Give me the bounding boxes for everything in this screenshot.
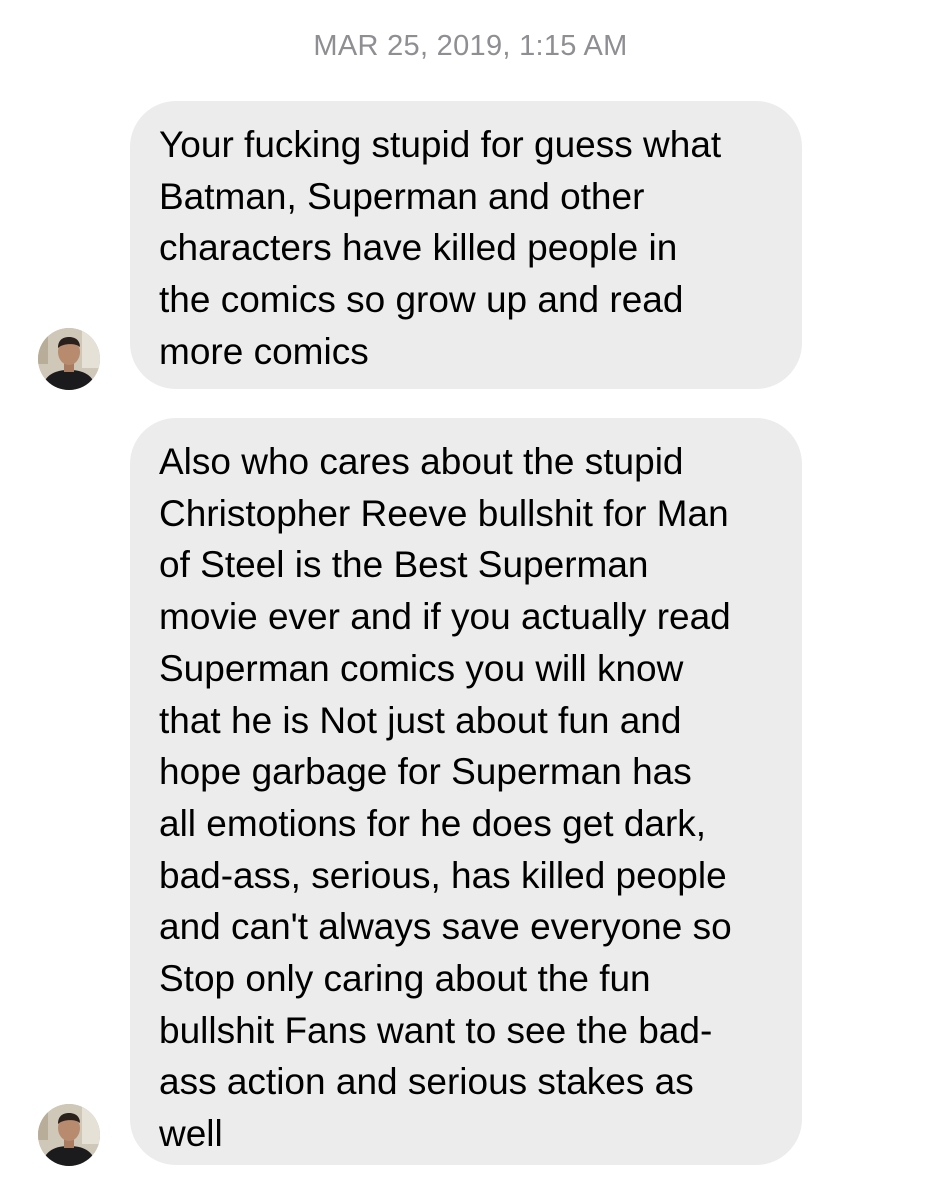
user-avatar-icon[interactable]	[38, 1104, 100, 1166]
avatar-photo	[38, 328, 100, 390]
user-avatar-icon[interactable]	[38, 328, 100, 390]
message-bubble[interactable]: Also who cares about the stupid Christop…	[130, 418, 802, 1165]
message-bubble[interactable]: Your fucking stupid for guess what Batma…	[130, 101, 802, 389]
message-timestamp: MAR 25, 2019, 1:15 AM	[313, 30, 628, 62]
avatar-photo	[38, 1104, 100, 1166]
